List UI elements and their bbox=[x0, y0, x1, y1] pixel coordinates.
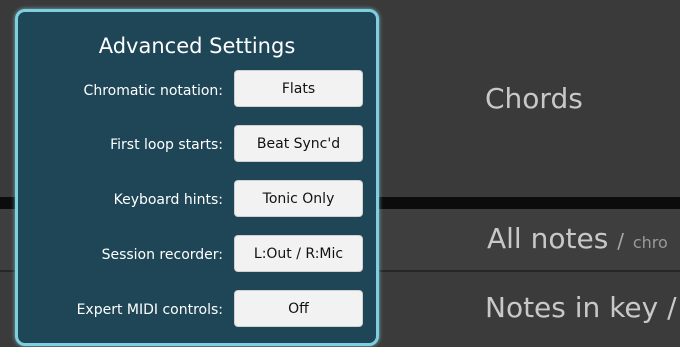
all-notes-text: All notes bbox=[487, 222, 609, 255]
expert-midi-controls-label: Expert MIDI controls: bbox=[76, 302, 223, 318]
notes-in-key-label: Notes in key / bbox=[485, 291, 677, 324]
all-notes-label: All notes / chro bbox=[487, 222, 668, 255]
keyboard-hints-button[interactable]: Tonic Only bbox=[234, 180, 363, 217]
advanced-settings-panel: Advanced Settings Chromatic notation: Fl… bbox=[15, 9, 379, 346]
all-notes-separator: / bbox=[617, 229, 624, 253]
chromatic-notation-label: Chromatic notation: bbox=[83, 83, 223, 99]
keyboard-hints-label: Keyboard hints: bbox=[113, 192, 223, 208]
chromatic-notation-button[interactable]: Flats bbox=[234, 70, 363, 107]
session-recorder-button[interactable]: L:Out / R:Mic bbox=[234, 235, 363, 272]
first-loop-starts-button[interactable]: Beat Sync'd bbox=[234, 125, 363, 162]
chords-label: Chords bbox=[485, 82, 583, 115]
panel-title: Advanced Settings bbox=[98, 34, 296, 58]
expert-midi-controls-button[interactable]: Off bbox=[234, 290, 363, 327]
first-loop-starts-label: First loop starts: bbox=[110, 137, 223, 153]
session-recorder-label: Session recorder: bbox=[101, 247, 223, 263]
all-notes-sub: chro bbox=[632, 233, 668, 252]
